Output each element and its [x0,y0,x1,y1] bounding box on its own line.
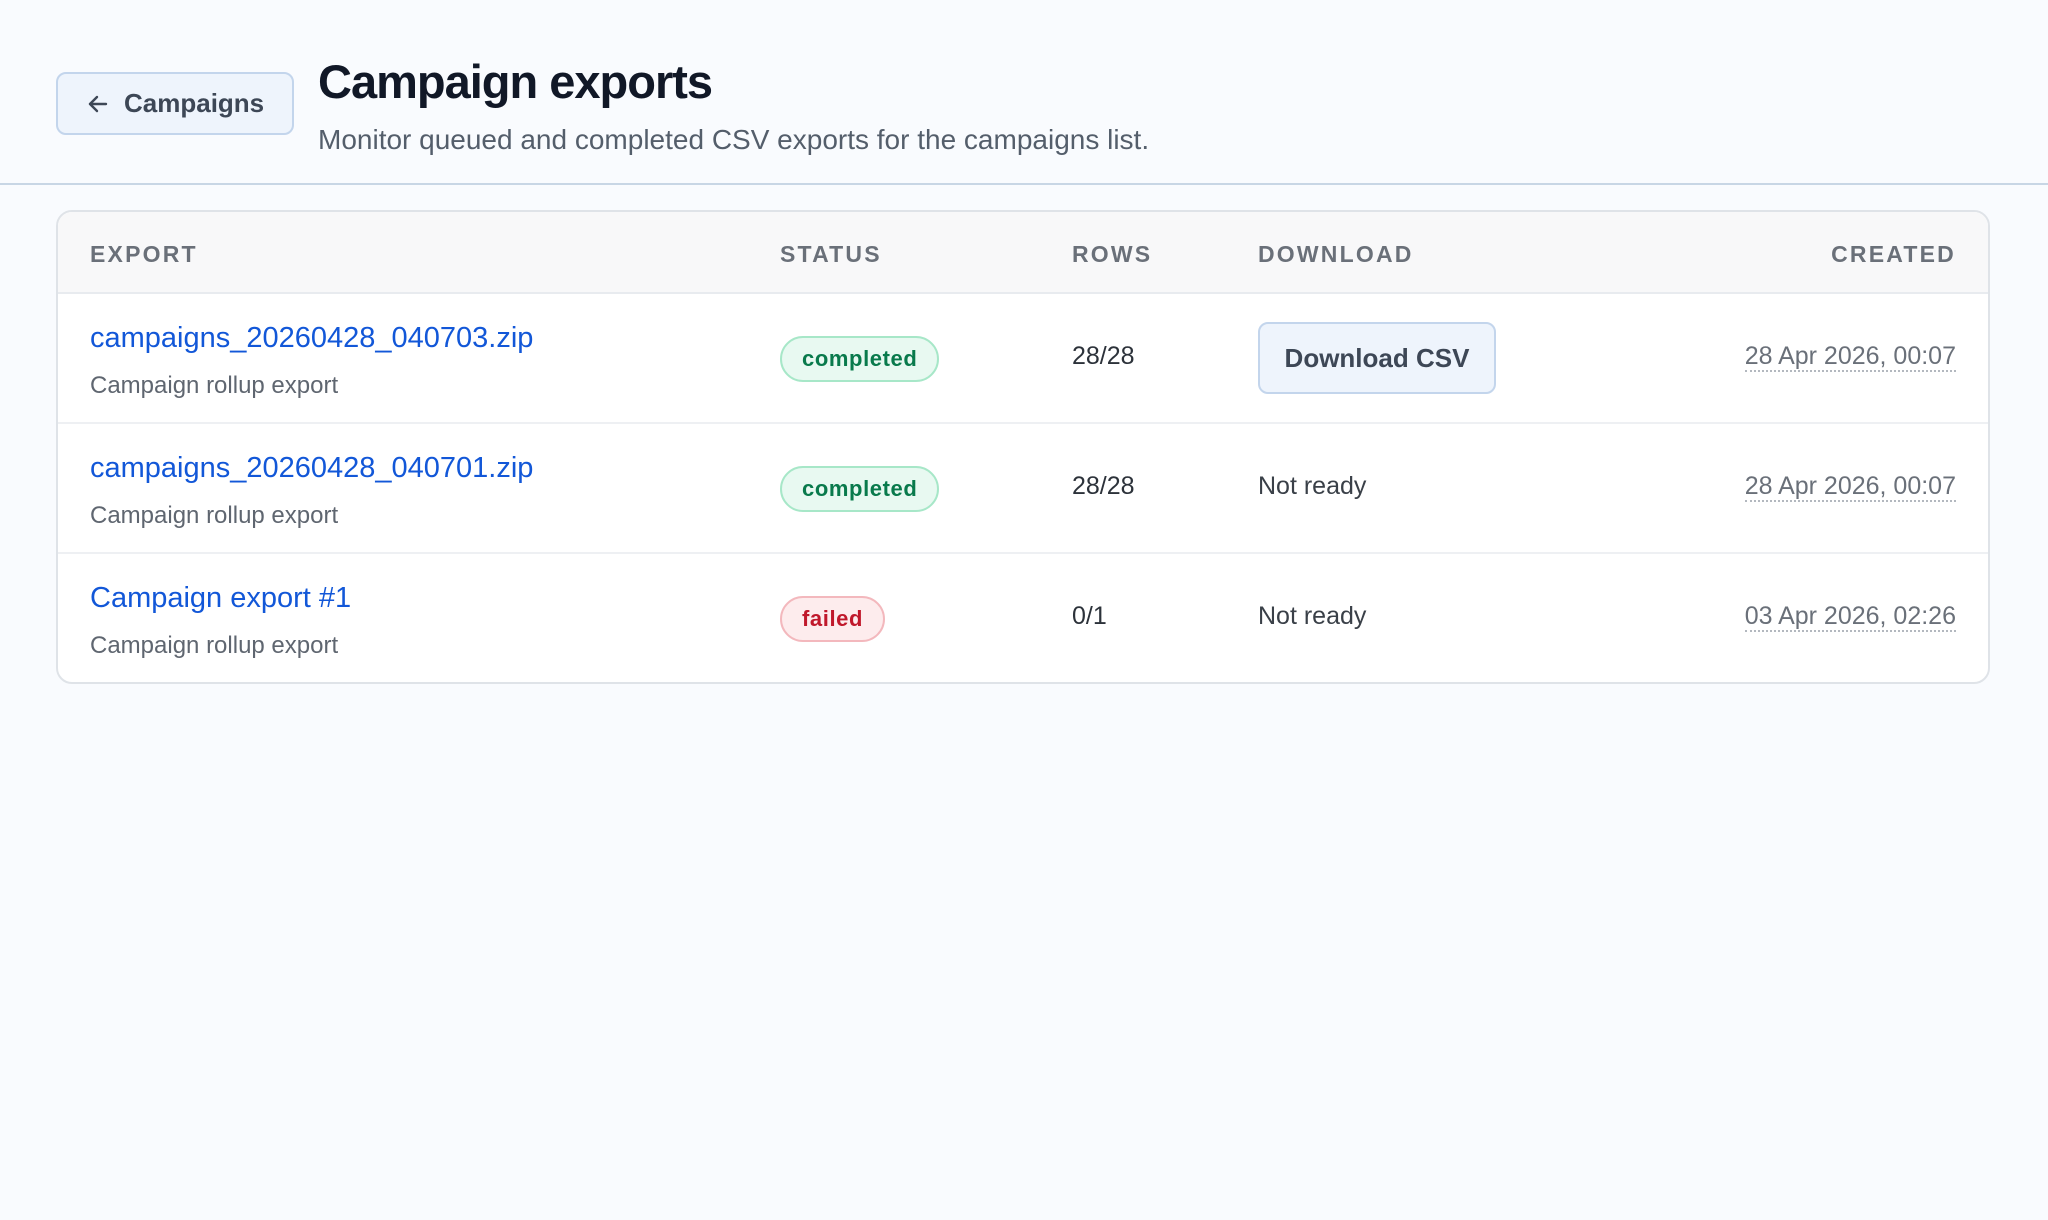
export-description: Campaign rollup export [90,502,339,529]
table-row: Campaign export #1 Campaign rollup expor… [58,554,1988,682]
column-header-status: STATUS [780,241,882,267]
page-header: Campaigns Campaign exports Monitor queue… [0,0,2048,185]
back-button-label: Campaigns [124,88,265,118]
rows-count: 0/1 [1072,602,1107,630]
export-description: Campaign rollup export [90,632,339,659]
column-header-download: DOWNLOAD [1258,241,1414,267]
status-badge: completed [780,336,940,382]
column-header-rows: ROWS [1072,241,1153,267]
created-timestamp: 03 Apr 2026, 02:26 [1744,602,1956,632]
status-badge: completed [780,466,940,512]
created-timestamp: 28 Apr 2026, 00:07 [1744,472,1956,502]
download-csv-button[interactable]: Download CSV [1258,322,1496,394]
exports-table: EXPORT STATUS ROWS DOWNLOAD CREATED camp… [56,210,1990,684]
export-name-link[interactable]: campaigns_20260428_040701.zip [90,452,533,485]
export-name-link[interactable]: campaigns_20260428_040703.zip [90,322,533,355]
download-not-ready: Not ready [1258,472,1367,500]
export-name-link[interactable]: Campaign export #1 [90,582,351,615]
export-description: Campaign rollup export [90,372,339,399]
table-row: campaigns_20260428_040701.zip Campaign r… [58,424,1988,554]
table-row: campaigns_20260428_040703.zip Campaign r… [58,294,1988,424]
arrow-left-icon [86,92,110,116]
page-title: Campaign exports [318,55,713,108]
column-header-export: EXPORT [90,241,198,267]
rows-count: 28/28 [1072,472,1135,500]
back-to-campaigns-button[interactable]: Campaigns [56,72,294,135]
table-header: EXPORT STATUS ROWS DOWNLOAD CREATED [58,212,1988,294]
status-badge: failed [780,596,886,642]
rows-count: 28/28 [1072,342,1135,370]
download-not-ready: Not ready [1258,602,1367,630]
column-header-created: CREATED [1831,241,1956,267]
page-subtitle: Monitor queued and completed CSV exports… [318,124,1150,155]
created-timestamp: 28 Apr 2026, 00:07 [1744,342,1956,372]
